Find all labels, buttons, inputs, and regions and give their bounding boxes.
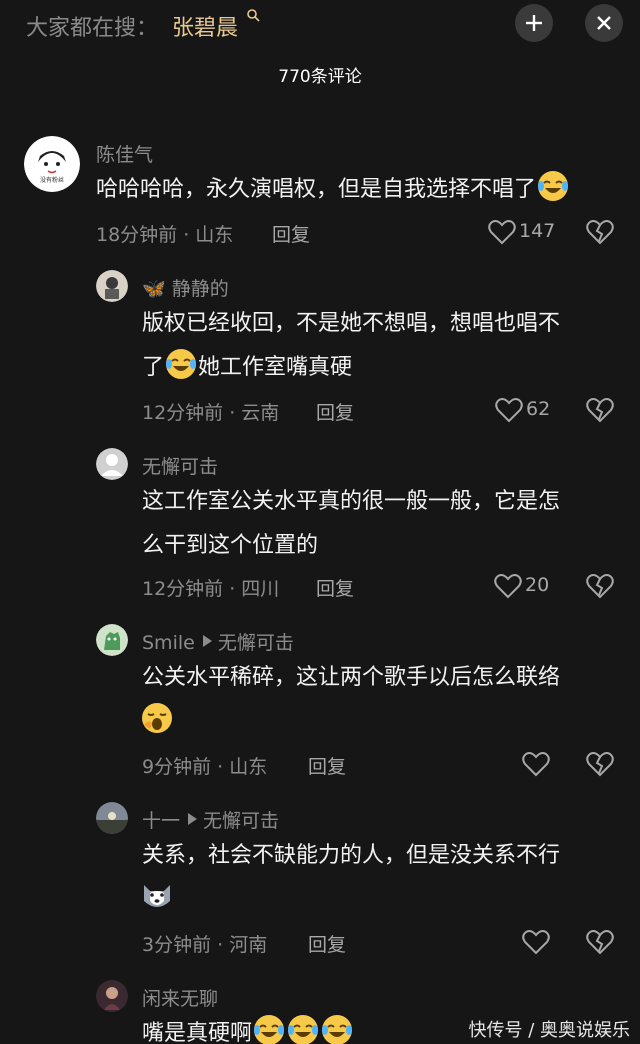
search-term-link[interactable]: 张碧晨 [172, 10, 238, 42]
search-icon[interactable] [246, 8, 260, 22]
comment-author[interactable]: 无懈可击 [142, 452, 218, 479]
avatar[interactable] [96, 448, 128, 480]
laugh-cry-emoji-icon [320, 1013, 354, 1044]
reply-button[interactable]: 回复 [272, 220, 310, 247]
svg-text:没有粉丝: 没有粉丝 [40, 176, 64, 184]
avatar[interactable] [96, 980, 128, 1012]
comment-author[interactable]: Smile 无懈可击 [142, 628, 294, 655]
comment-text: 版权已经收回，不是她不想唱，想唱也唱不 [142, 311, 561, 336]
like-count: 147 [519, 220, 556, 242]
reply-button[interactable]: 回复 [308, 752, 346, 779]
heart-icon[interactable] [495, 397, 523, 423]
butterfly-icon: 🦋 [142, 278, 166, 300]
add-button[interactable] [515, 4, 553, 42]
watermark: 快传号 / 奥奥说娱乐 [468, 1020, 630, 1041]
comments-count: 770条评论 [278, 67, 362, 87]
comment-text: 么干到这个位置的 [142, 533, 319, 558]
comment-meta: 12分钟前 · 云南 [142, 402, 280, 424]
comment-meta: 18分钟前 · 山东 [96, 224, 234, 246]
comment-text [140, 878, 174, 922]
heart-icon[interactable] [522, 929, 550, 955]
reply-arrow-icon [188, 813, 198, 825]
heart-icon[interactable] [488, 219, 516, 245]
plus-icon [526, 15, 542, 31]
laugh-cry-emoji-icon [286, 1013, 320, 1044]
close-icon [597, 16, 611, 30]
comment-text: 这工作室公关水平真的很一般一般，它是怎 [142, 489, 561, 514]
comment-text: 公关水平稀碎，这让两个歌手以后怎么联络 [142, 665, 561, 690]
comment-text: 关系，社会不缺能力的人，但是没关系不行 [142, 843, 561, 868]
close-button[interactable] [585, 4, 623, 42]
avatar[interactable] [96, 802, 128, 834]
reply-button[interactable]: 回复 [316, 398, 354, 425]
reply-arrow-icon [202, 635, 212, 647]
comment-meta: 3分钟前 · 河南 [142, 934, 268, 956]
broken-heart-icon[interactable] [586, 397, 614, 423]
top-bar: 大家都在搜： 张碧晨 [0, 0, 640, 50]
yawn-emoji-icon [140, 701, 174, 735]
comment-author[interactable]: 🦋 静静的 [142, 274, 229, 301]
laugh-cry-emoji-icon [252, 1013, 286, 1044]
avatar[interactable]: 没有粉丝 [24, 136, 80, 192]
reply-button[interactable]: 回复 [308, 930, 346, 957]
comment-meta: 9分钟前 · 山东 [142, 756, 268, 778]
comment-text: 嘴是真硬啊 [142, 1012, 354, 1044]
broken-heart-icon[interactable] [586, 573, 614, 599]
comment-author[interactable]: 陈佳气 [96, 140, 153, 167]
heart-icon[interactable] [494, 573, 522, 599]
broken-heart-icon[interactable] [586, 929, 614, 955]
comment-text: 了她工作室嘴真硬 [142, 346, 352, 390]
comment-author[interactable]: 闲来无聊 [142, 984, 218, 1011]
comment-text: 哈哈哈哈，永久演唱权，但是自我选择不唱了 [96, 168, 570, 212]
laugh-cry-emoji-icon [164, 347, 198, 381]
like-count: 62 [526, 398, 551, 420]
comment-author[interactable]: 十一 无懈可击 [142, 806, 279, 833]
laugh-cry-emoji-icon [536, 169, 570, 203]
avatar[interactable] [96, 270, 128, 302]
heart-icon[interactable] [522, 751, 550, 777]
search-prefix: 大家都在搜： [26, 16, 159, 41]
comment-text [140, 700, 174, 744]
reply-button[interactable]: 回复 [316, 574, 354, 601]
broken-heart-icon[interactable] [586, 219, 614, 245]
avatar[interactable] [96, 624, 128, 656]
broken-heart-icon[interactable] [586, 751, 614, 777]
comment-meta: 12分钟前 · 四川 [142, 578, 280, 600]
husky-emoji-icon [140, 879, 174, 913]
like-count: 20 [525, 574, 550, 596]
